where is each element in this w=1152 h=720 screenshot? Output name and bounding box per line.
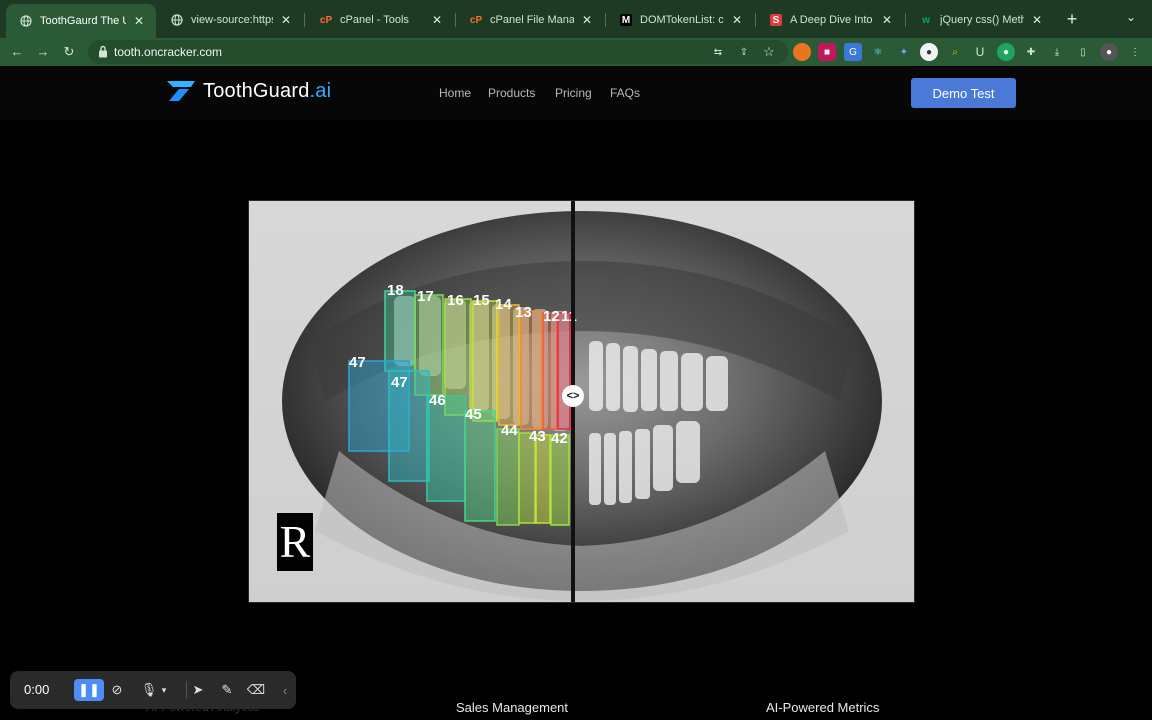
s-icon: S xyxy=(770,14,782,26)
download-icon[interactable]: ⤓ xyxy=(1048,43,1066,61)
extension-white-circle-icon[interactable]: ● xyxy=(920,43,938,61)
toothguard-logo-icon xyxy=(167,81,195,101)
tab-view-source[interactable]: view-source:https://t ✕ xyxy=(157,7,303,33)
pointer-icon[interactable]: ➤ xyxy=(187,679,209,701)
browser-tab-bar: ToothGaurd The Ultim ✕ view-source:https… xyxy=(0,0,1152,38)
w3-icon: w xyxy=(922,14,930,26)
profile-avatar-icon[interactable]: ● xyxy=(1100,43,1118,61)
nav-home[interactable]: Home xyxy=(439,86,471,100)
nav-faqs[interactable]: FAQs xyxy=(610,86,640,100)
browser-toolbar: ← → ↻ tooth.oncracker.com ⇆ ⇪ ☆ ■ G ⚛ ✦ … xyxy=(0,38,1152,66)
tab-separator xyxy=(304,13,305,27)
bookmark-star-icon[interactable]: ☆ xyxy=(760,43,778,61)
address-bar[interactable]: tooth.oncracker.com xyxy=(88,40,788,64)
tab-title: cPanel - Tools xyxy=(340,14,409,26)
tab-title: cPanel File Manager xyxy=(490,14,574,26)
tab-title: A Deep Dive Into obje xyxy=(790,14,874,26)
nav-products[interactable]: Products xyxy=(488,86,535,100)
tab-title: view-source:https://t xyxy=(191,14,273,26)
tooth-label: 14 xyxy=(495,296,512,313)
back-icon[interactable]: ← xyxy=(7,42,27,62)
extension-translate-icon[interactable]: G xyxy=(844,43,862,61)
slider-handle-icon[interactable]: <> xyxy=(562,385,584,407)
lock-icon xyxy=(99,45,107,58)
reload-icon[interactable]: ↻ xyxy=(59,42,79,62)
globe-icon xyxy=(20,15,32,27)
url-text: tooth.oncracker.com xyxy=(114,45,223,59)
recording-time: 0:00 xyxy=(24,682,50,697)
cpanel-icon: cP xyxy=(319,14,333,26)
tab-cpanel-file-manager[interactable]: cP cPanel File Manager ✕ xyxy=(456,7,604,33)
tooth-label: 46 xyxy=(429,392,446,409)
tab-toothguard[interactable]: ToothGaurd The Ultim ✕ xyxy=(6,4,156,38)
side-panel-icon[interactable]: ▯ xyxy=(1074,43,1092,61)
extension-bird-icon[interactable]: ✦ xyxy=(895,43,913,61)
side-marker: R xyxy=(277,513,313,571)
close-tab-icon[interactable]: ✕ xyxy=(880,13,894,27)
extension-lock-icon[interactable]: ■ xyxy=(818,43,836,61)
camera-off-icon[interactable]: ⊘ xyxy=(106,679,128,701)
tooth-label: 16 xyxy=(447,292,464,309)
tooth-label: 44 xyxy=(501,422,518,439)
eraser-icon[interactable]: ⌫ xyxy=(245,679,267,701)
nav-pricing[interactable]: Pricing xyxy=(555,86,592,100)
extension-green-icon[interactable]: ● xyxy=(997,43,1015,61)
pen-icon[interactable]: ✎ xyxy=(216,679,238,701)
extension-search-icon[interactable]: ⌕ xyxy=(946,43,964,61)
close-tab-icon[interactable]: ✕ xyxy=(132,14,146,28)
pause-icon[interactable]: ❚❚ xyxy=(74,679,104,701)
feature-sales-title: Sales Management xyxy=(456,700,569,715)
site-logo[interactable]: ToothGuard.ai xyxy=(165,79,331,103)
extensions-puzzle-icon[interactable]: ✚ xyxy=(1022,43,1040,61)
close-tab-icon[interactable]: ✕ xyxy=(1030,13,1044,27)
tab-domtokenlist[interactable]: M DOMTokenList: conta ✕ xyxy=(606,7,754,33)
tooth-label: 47 xyxy=(391,374,408,391)
xray-comparison[interactable]: 18 17 16 15 14 13 12 11 47 47 46 45 44 4… xyxy=(248,200,915,603)
tooth-label: 18 xyxy=(387,282,404,299)
extension-react-icon[interactable]: ⚛ xyxy=(869,43,887,61)
close-tab-icon[interactable]: ✕ xyxy=(279,13,293,27)
tooth-label: 15 xyxy=(473,292,490,309)
translate-icon[interactable]: ⇆ xyxy=(709,43,727,61)
tab-title: ToothGaurd The Ultim xyxy=(40,15,126,27)
tooth-label: 45 xyxy=(465,406,482,423)
tooth-label: 13 xyxy=(515,304,532,321)
tab-jquery-css[interactable]: w jQuery css() Method ✕ xyxy=(906,7,1054,33)
cpanel-icon: cP xyxy=(469,14,483,26)
tab-cpanel-tools[interactable]: cP cPanel - Tools ✕ xyxy=(306,7,454,33)
collapse-chevron-icon[interactable]: ‹ xyxy=(274,679,296,701)
mdn-icon: M xyxy=(620,14,632,26)
tooth-label: 43 xyxy=(529,428,546,445)
extension-u-icon[interactable]: U xyxy=(971,43,989,61)
close-tab-icon[interactable]: ✕ xyxy=(430,13,444,27)
screen-recorder-bar: 0:00 ❚❚ ⊘ 🎙 ▾ ➤ ✎ ⌫ ‹ xyxy=(10,671,296,709)
close-tab-icon[interactable]: ✕ xyxy=(730,13,744,27)
mic-options-chevron-icon[interactable]: ▾ xyxy=(159,679,169,701)
close-tab-icon[interactable]: ✕ xyxy=(580,13,594,27)
tooth-label: 17 xyxy=(417,288,434,305)
share-icon[interactable]: ⇪ xyxy=(735,43,753,61)
demo-test-button[interactable]: Demo Test xyxy=(911,78,1016,108)
tab-deep-dive[interactable]: S A Deep Dive Into obje ✕ xyxy=(756,7,904,33)
tooth-label: 12 xyxy=(543,308,560,325)
tab-title: jQuery css() Method xyxy=(940,14,1024,26)
tooth-label: 47 xyxy=(349,354,366,371)
more-menu-icon[interactable]: ⋮ xyxy=(1126,43,1144,61)
microphone-icon[interactable]: 🎙 xyxy=(138,679,160,701)
new-tab-icon[interactable]: + xyxy=(1063,9,1081,29)
feature-metrics-title: AI-Powered Metrics xyxy=(766,700,880,715)
chevron-down-icon[interactable]: ⌄ xyxy=(1126,10,1136,24)
logo-text: ToothGuard.ai xyxy=(203,79,332,102)
tooth-label: 42 xyxy=(551,430,568,447)
forward-icon[interactable]: → xyxy=(33,42,53,62)
globe-icon xyxy=(171,14,183,26)
extension-basketball-icon[interactable] xyxy=(793,43,811,61)
tab-title: DOMTokenList: conta xyxy=(640,14,724,26)
